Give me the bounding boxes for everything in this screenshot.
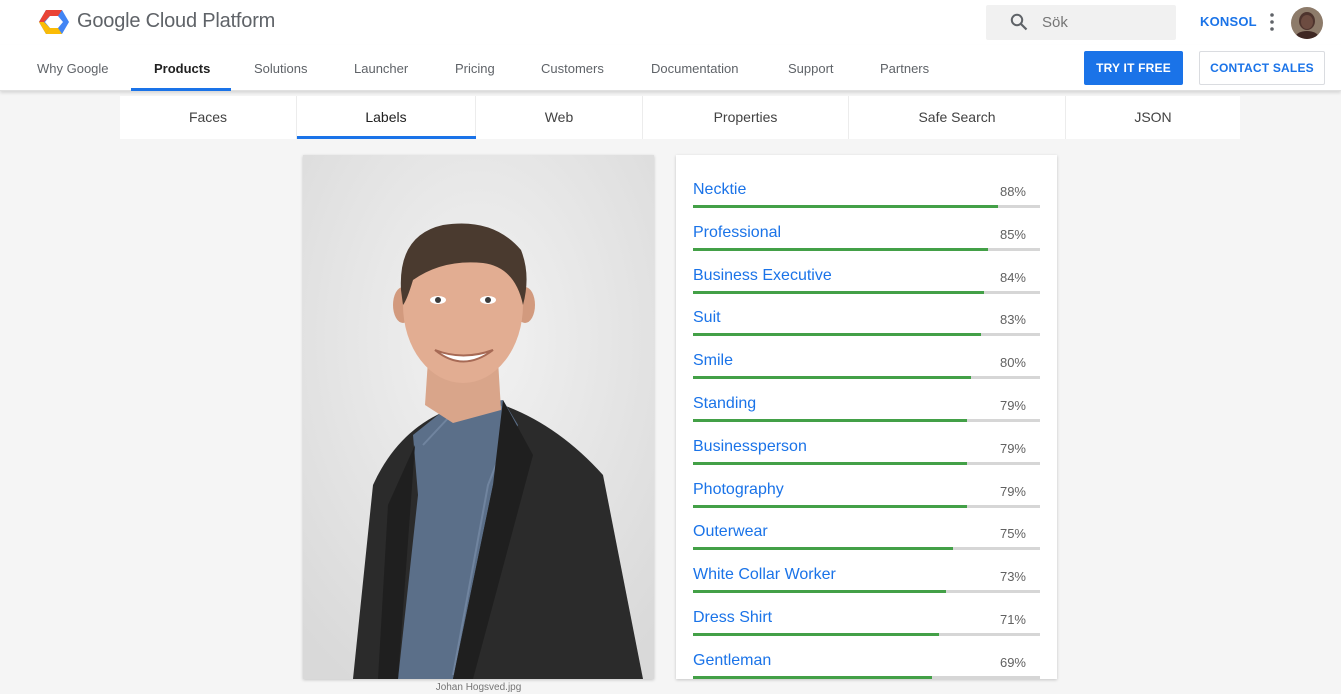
nav-partners[interactable]: Partners: [880, 61, 929, 76]
label-row: Outerwear 75%: [693, 523, 1040, 566]
confidence-bar-fill: [693, 333, 981, 337]
console-link[interactable]: KONSOL: [1200, 14, 1257, 29]
label-row: Dress Shirt 71%: [693, 609, 1040, 652]
label-row: Suit 83%: [693, 309, 1040, 352]
confidence-bar-track: [693, 333, 1040, 337]
confidence-bar-fill: [693, 290, 984, 294]
confidence-bar-track: [693, 590, 1040, 594]
search-icon[interactable]: [1010, 13, 1028, 31]
confidence-bar-fill: [693, 633, 939, 636]
more-vert-icon[interactable]: [1268, 12, 1276, 32]
nav-why-google[interactable]: Why Google: [37, 61, 109, 76]
nav-pricing[interactable]: Pricing: [455, 61, 495, 76]
brand-title[interactable]: Google Cloud Platform: [77, 10, 275, 33]
label-name[interactable]: Smile: [693, 352, 733, 370]
label-name[interactable]: Business Executive: [693, 267, 832, 285]
result-tabs: Faces Labels Web Properties Safe Search …: [120, 96, 1240, 139]
nav-launcher[interactable]: Launcher: [354, 61, 408, 76]
label-name[interactable]: Businessperson: [693, 438, 807, 456]
tab-properties[interactable]: Properties: [643, 96, 849, 139]
main-nav: Why Google Products Solutions Launcher P…: [0, 45, 1341, 91]
label-row: Necktie 88%: [693, 181, 1040, 224]
top-header: Google Cloud Platform Sök KONSOL: [0, 0, 1341, 45]
tab-faces[interactable]: Faces: [120, 96, 297, 139]
label-name[interactable]: Dress Shirt: [693, 609, 772, 627]
label-percent: 83%: [999, 312, 1026, 328]
tab-web[interactable]: Web: [476, 96, 643, 139]
label-row: White Collar Worker 73%: [693, 566, 1040, 609]
label-row: Professional 85%: [693, 224, 1040, 267]
confidence-bar-track: [693, 376, 1040, 380]
confidence-bar-fill: [693, 590, 946, 594]
label-row: Standing 79%: [693, 395, 1040, 438]
label-percent: 84%: [999, 269, 1026, 285]
google-cloud-logo[interactable]: [38, 9, 70, 35]
search-box[interactable]: Sök: [986, 5, 1176, 40]
try-it-free-button[interactable]: TRY IT FREE: [1084, 51, 1183, 85]
label-name[interactable]: Standing: [693, 395, 756, 413]
contact-sales-button[interactable]: CONTACT SALES: [1199, 51, 1325, 85]
confidence-bar-fill: [693, 419, 967, 422]
confidence-bar-track: [693, 247, 1040, 251]
label-row: Businessperson 79%: [693, 438, 1040, 481]
label-name[interactable]: Photography: [693, 481, 784, 499]
label-row: Gentleman 69%: [693, 652, 1040, 679]
label-percent: 71%: [999, 612, 1026, 627]
label-name[interactable]: Suit: [693, 309, 721, 327]
confidence-bar-track: [693, 205, 1040, 208]
label-percent: 80%: [999, 355, 1026, 371]
label-percent: 73%: [999, 569, 1026, 585]
confidence-bar-fill: [693, 504, 967, 508]
nav-products[interactable]: Products: [154, 61, 210, 76]
nav-documentation[interactable]: Documentation: [651, 61, 738, 76]
label-name[interactable]: White Collar Worker: [693, 566, 836, 584]
search-placeholder[interactable]: Sök: [1042, 14, 1068, 31]
image-filename: Johan Hogsved.jpg: [435, 682, 522, 693]
confidence-bar-fill: [693, 247, 988, 251]
label-percent: 88%: [999, 184, 1026, 199]
tab-safe-search[interactable]: Safe Search: [849, 96, 1066, 139]
confidence-bar-fill: [693, 675, 932, 679]
label-percent: 85%: [999, 226, 1026, 242]
confidence-bar-track: [693, 675, 1040, 679]
nav-support[interactable]: Support: [788, 61, 834, 76]
confidence-bar-track: [693, 461, 1040, 465]
confidence-bar-track: [693, 504, 1040, 508]
label-percent: 79%: [999, 398, 1026, 413]
confidence-bar-fill: [693, 205, 998, 208]
label-percent: 69%: [999, 654, 1026, 670]
label-name[interactable]: Outerwear: [693, 523, 768, 541]
confidence-bar-fill: [693, 547, 953, 551]
confidence-bar-fill: [693, 461, 967, 465]
label-name[interactable]: Necktie: [693, 181, 746, 199]
nav-active-indicator: [131, 88, 231, 91]
label-row: Business Executive 84%: [693, 267, 1040, 310]
confidence-bar-fill: [693, 376, 971, 380]
tab-active-indicator: [297, 136, 476, 139]
confidence-bar-track: [693, 633, 1040, 636]
confidence-bar-track: [693, 290, 1040, 294]
confidence-bar-track: [693, 419, 1040, 422]
label-name[interactable]: Gentleman: [693, 652, 771, 670]
tab-labels[interactable]: Labels: [297, 96, 476, 139]
label-row: Smile 80%: [693, 352, 1040, 395]
analyzed-photo: [303, 155, 654, 679]
nav-customers[interactable]: Customers: [541, 61, 604, 76]
labels-panel: Necktie 88% Professional 85% Business Execut…: [676, 155, 1057, 679]
avatar[interactable]: [1291, 7, 1323, 39]
label-percent: 79%: [999, 483, 1026, 499]
label-percent: 75%: [999, 526, 1026, 542]
label-percent: 79%: [999, 440, 1026, 456]
label-name[interactable]: Professional: [693, 224, 781, 242]
tab-json[interactable]: JSON: [1066, 96, 1240, 139]
confidence-bar-track: [693, 547, 1040, 551]
portrait-image: [303, 155, 654, 679]
label-row: Photography 79%: [693, 481, 1040, 524]
nav-solutions[interactable]: Solutions: [254, 61, 307, 76]
